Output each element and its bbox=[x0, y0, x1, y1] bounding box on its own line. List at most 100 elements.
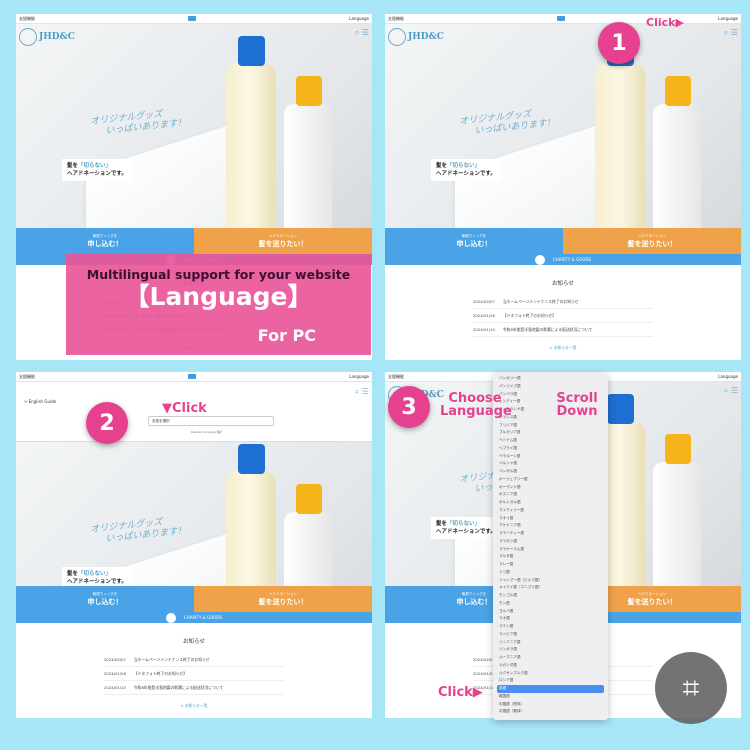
language-option[interactable]: ヘブライ語 bbox=[497, 445, 604, 453]
header-icons[interactable]: ⌕ ☰ bbox=[355, 387, 369, 397]
language-button[interactable]: Language bbox=[349, 16, 369, 21]
language-option[interactable]: メイテイ語（マニプリ語） bbox=[497, 584, 604, 592]
language-option[interactable]: ミャンマー語（ビルマ語） bbox=[497, 577, 604, 585]
logo[interactable]: JHD&C bbox=[388, 28, 444, 46]
header-icons[interactable]: ⌕ ☰ bbox=[355, 28, 369, 38]
step-1-badge: 1 bbox=[598, 22, 640, 64]
language-option[interactable]: ベラルーシ語 bbox=[497, 453, 604, 461]
menu-icon: ☰ bbox=[730, 386, 738, 395]
language-select[interactable]: 言語を選択 bbox=[148, 416, 274, 426]
yellow-cap bbox=[296, 76, 322, 106]
conditioner-bottle bbox=[653, 462, 701, 602]
language-option[interactable]: ベトナム語 bbox=[497, 437, 604, 445]
language-dropdown[interactable]: ハンガリー語 パンジャブ語 バンバラ語 ヒンディー語 フィンランド語 フランス語 フリジア語… bbox=[493, 373, 608, 720]
hero-image: オリジナルグッズいっぱいあります！ 髪を「切らない」ヘアドネーションです。 bbox=[16, 24, 372, 282]
utility-bar: 支援機能 Language bbox=[16, 14, 372, 24]
shampoo-bottle bbox=[226, 64, 276, 234]
charity-goods-bar[interactable]: CHARITY & GOODS bbox=[385, 254, 741, 265]
english-guide-link[interactable]: > English Guide bbox=[24, 399, 56, 404]
language-option[interactable]: ボージュプリー語 bbox=[497, 476, 604, 484]
language-option[interactable]: マレー語 bbox=[497, 561, 604, 569]
chat-icon[interactable] bbox=[557, 16, 566, 21]
tagline: 髪を「切らない」 ヘアドネーションです。 bbox=[431, 159, 501, 181]
step-2-badge: 2 bbox=[86, 402, 128, 444]
language-option[interactable]: モンゴル語 bbox=[497, 592, 604, 600]
scroll-note: Scroll Down bbox=[556, 391, 598, 419]
yellow-cap bbox=[665, 76, 691, 106]
news-item[interactable]: 2024/01/26【ドネフォト終了のお知らせ】 bbox=[473, 309, 653, 323]
apply-wig-button[interactable]: 無償ウィッグを 申し込む！ bbox=[16, 586, 194, 612]
language-option[interactable]: ラトビア語 bbox=[497, 631, 604, 639]
support-link[interactable]: 支援機能 bbox=[19, 16, 35, 22]
language-option[interactable]: リンガラ語 bbox=[497, 646, 604, 654]
language-option[interactable]: リトアニア語 bbox=[497, 639, 604, 647]
language-option[interactable]: ベンガル語 bbox=[497, 468, 604, 476]
language-option[interactable]: ブルガリア語 bbox=[497, 429, 604, 437]
language-option[interactable]: ルクセンブルク語 bbox=[497, 670, 604, 678]
language-option[interactable]: ラテン語 bbox=[497, 623, 604, 631]
charity-goods-bar[interactable]: CHARITY & GOODS bbox=[16, 612, 372, 623]
language-option[interactable]: ラオ語 bbox=[497, 615, 604, 623]
language-option[interactable]: ペルシャ語 bbox=[497, 460, 604, 468]
charity-icon bbox=[534, 254, 545, 265]
support-link[interactable]: 支援機能 bbox=[388, 16, 404, 22]
logo[interactable]: JHD&C bbox=[19, 28, 75, 46]
language-option[interactable]: 英語 bbox=[497, 685, 604, 693]
chat-icon[interactable] bbox=[188, 374, 197, 379]
news-more-link[interactable]: > お知らせ一覧 bbox=[385, 345, 741, 351]
language-option[interactable]: マイティリー語 bbox=[497, 507, 604, 515]
language-button[interactable]: Language bbox=[349, 374, 369, 379]
news-item[interactable]: 2024/01/10令和6年能登半島地震の影響による配送状況について bbox=[473, 323, 653, 337]
support-link[interactable]: 支援機能 bbox=[388, 374, 404, 380]
language-option[interactable]: 中国語（簡体） bbox=[497, 701, 604, 709]
language-option[interactable]: 韓国語 bbox=[497, 693, 604, 701]
language-option[interactable]: ポルトガル語 bbox=[497, 499, 604, 507]
donate-hair-button[interactable]: ヘアドネーション 髪を送りたい！ bbox=[194, 228, 372, 254]
language-option[interactable]: マケドニア語 bbox=[497, 522, 604, 530]
news-item[interactable]: 2024/01/26【ドネフォト終了のお知らせ】 bbox=[104, 667, 284, 681]
news-section: お知らせ2024/02/07当ホームページメンテナンス終了のお知らせ2024/0… bbox=[16, 623, 372, 718]
news-item[interactable]: 2024/02/07当ホームページメンテナンス終了のお知らせ bbox=[473, 295, 653, 309]
hero-image: オリジナルグッズいっぱいあります！ 髪を「切らない」ヘアドネーションです。 bbox=[385, 24, 741, 282]
language-option[interactable]: 中国語（繁体） bbox=[497, 708, 604, 716]
search-icon: ⌕ bbox=[723, 28, 729, 37]
apply-wig-button[interactable]: 無償ウィッグを 申し込む！ bbox=[385, 228, 563, 254]
scan-text-button[interactable]: ⌗ bbox=[655, 652, 727, 724]
news-more-link[interactable]: > お知らせ一覧 bbox=[16, 703, 372, 709]
language-option[interactable]: ボスニア語 bbox=[497, 491, 604, 499]
charity-icon bbox=[165, 612, 176, 623]
apply-wig-button[interactable]: 無償ウィッグを 申し込む！ bbox=[16, 228, 194, 254]
language-option[interactable]: フリジア語 bbox=[497, 422, 604, 430]
slogan: オリジナルグッズいっぱいあります！ bbox=[459, 109, 556, 137]
donate-hair-button[interactable]: ヘアドネーション 髪を送りたい！ bbox=[194, 586, 372, 612]
language-option[interactable]: ミゾ語 bbox=[497, 569, 604, 577]
donate-hair-button[interactable]: ヘアドネーション 髪を送りたい！ bbox=[563, 228, 741, 254]
header-icons[interactable]: ⌕ ☰ bbox=[724, 28, 738, 38]
support-link[interactable]: 支援機能 bbox=[19, 374, 35, 380]
language-option[interactable]: パンジャブ語 bbox=[497, 383, 604, 391]
news-item[interactable]: 2024/01/10令和6年能登半島地震の影響による配送状況について bbox=[104, 681, 284, 695]
step-3-badge: 3 bbox=[388, 386, 430, 428]
yellow-cap bbox=[296, 484, 322, 514]
language-option[interactable]: マラガシ語 bbox=[497, 538, 604, 546]
news-item[interactable]: 2024/02/07当ホームページメンテナンス終了のお知らせ bbox=[104, 653, 284, 667]
language-option[interactable]: ルーマニア語 bbox=[497, 654, 604, 662]
language-option[interactable]: ヨルバ語 bbox=[497, 608, 604, 616]
language-option[interactable]: ポーランド語 bbox=[497, 484, 604, 492]
language-option[interactable]: マルタ語 bbox=[497, 553, 604, 561]
slogan: オリジナルグッズいっぱいあります！ bbox=[90, 109, 187, 137]
slogan: オリジナルグッズいっぱいあります！ bbox=[90, 517, 187, 545]
language-option[interactable]: マラーティー語 bbox=[497, 530, 604, 538]
header-icons[interactable]: ⌕ ☰ bbox=[724, 386, 738, 396]
language-button[interactable]: Language bbox=[718, 16, 738, 21]
language-option[interactable]: マラヤーラム語 bbox=[497, 546, 604, 554]
language-option[interactable]: ロシア語 bbox=[497, 677, 604, 685]
language-option[interactable]: ハンガリー語 bbox=[497, 375, 604, 383]
language-button[interactable]: Language bbox=[718, 374, 738, 379]
language-option[interactable]: ルガンダ語 bbox=[497, 662, 604, 670]
language-option[interactable]: モン語 bbox=[497, 600, 604, 608]
chat-icon[interactable] bbox=[188, 16, 197, 21]
language-option[interactable]: マオリ語 bbox=[497, 515, 604, 523]
screenshot-panel-3: 支援機能 Language オリジナルグッズ いっぱいあります！ 髪を「切らない」… bbox=[16, 372, 372, 718]
menu-icon: ☰ bbox=[361, 387, 369, 396]
